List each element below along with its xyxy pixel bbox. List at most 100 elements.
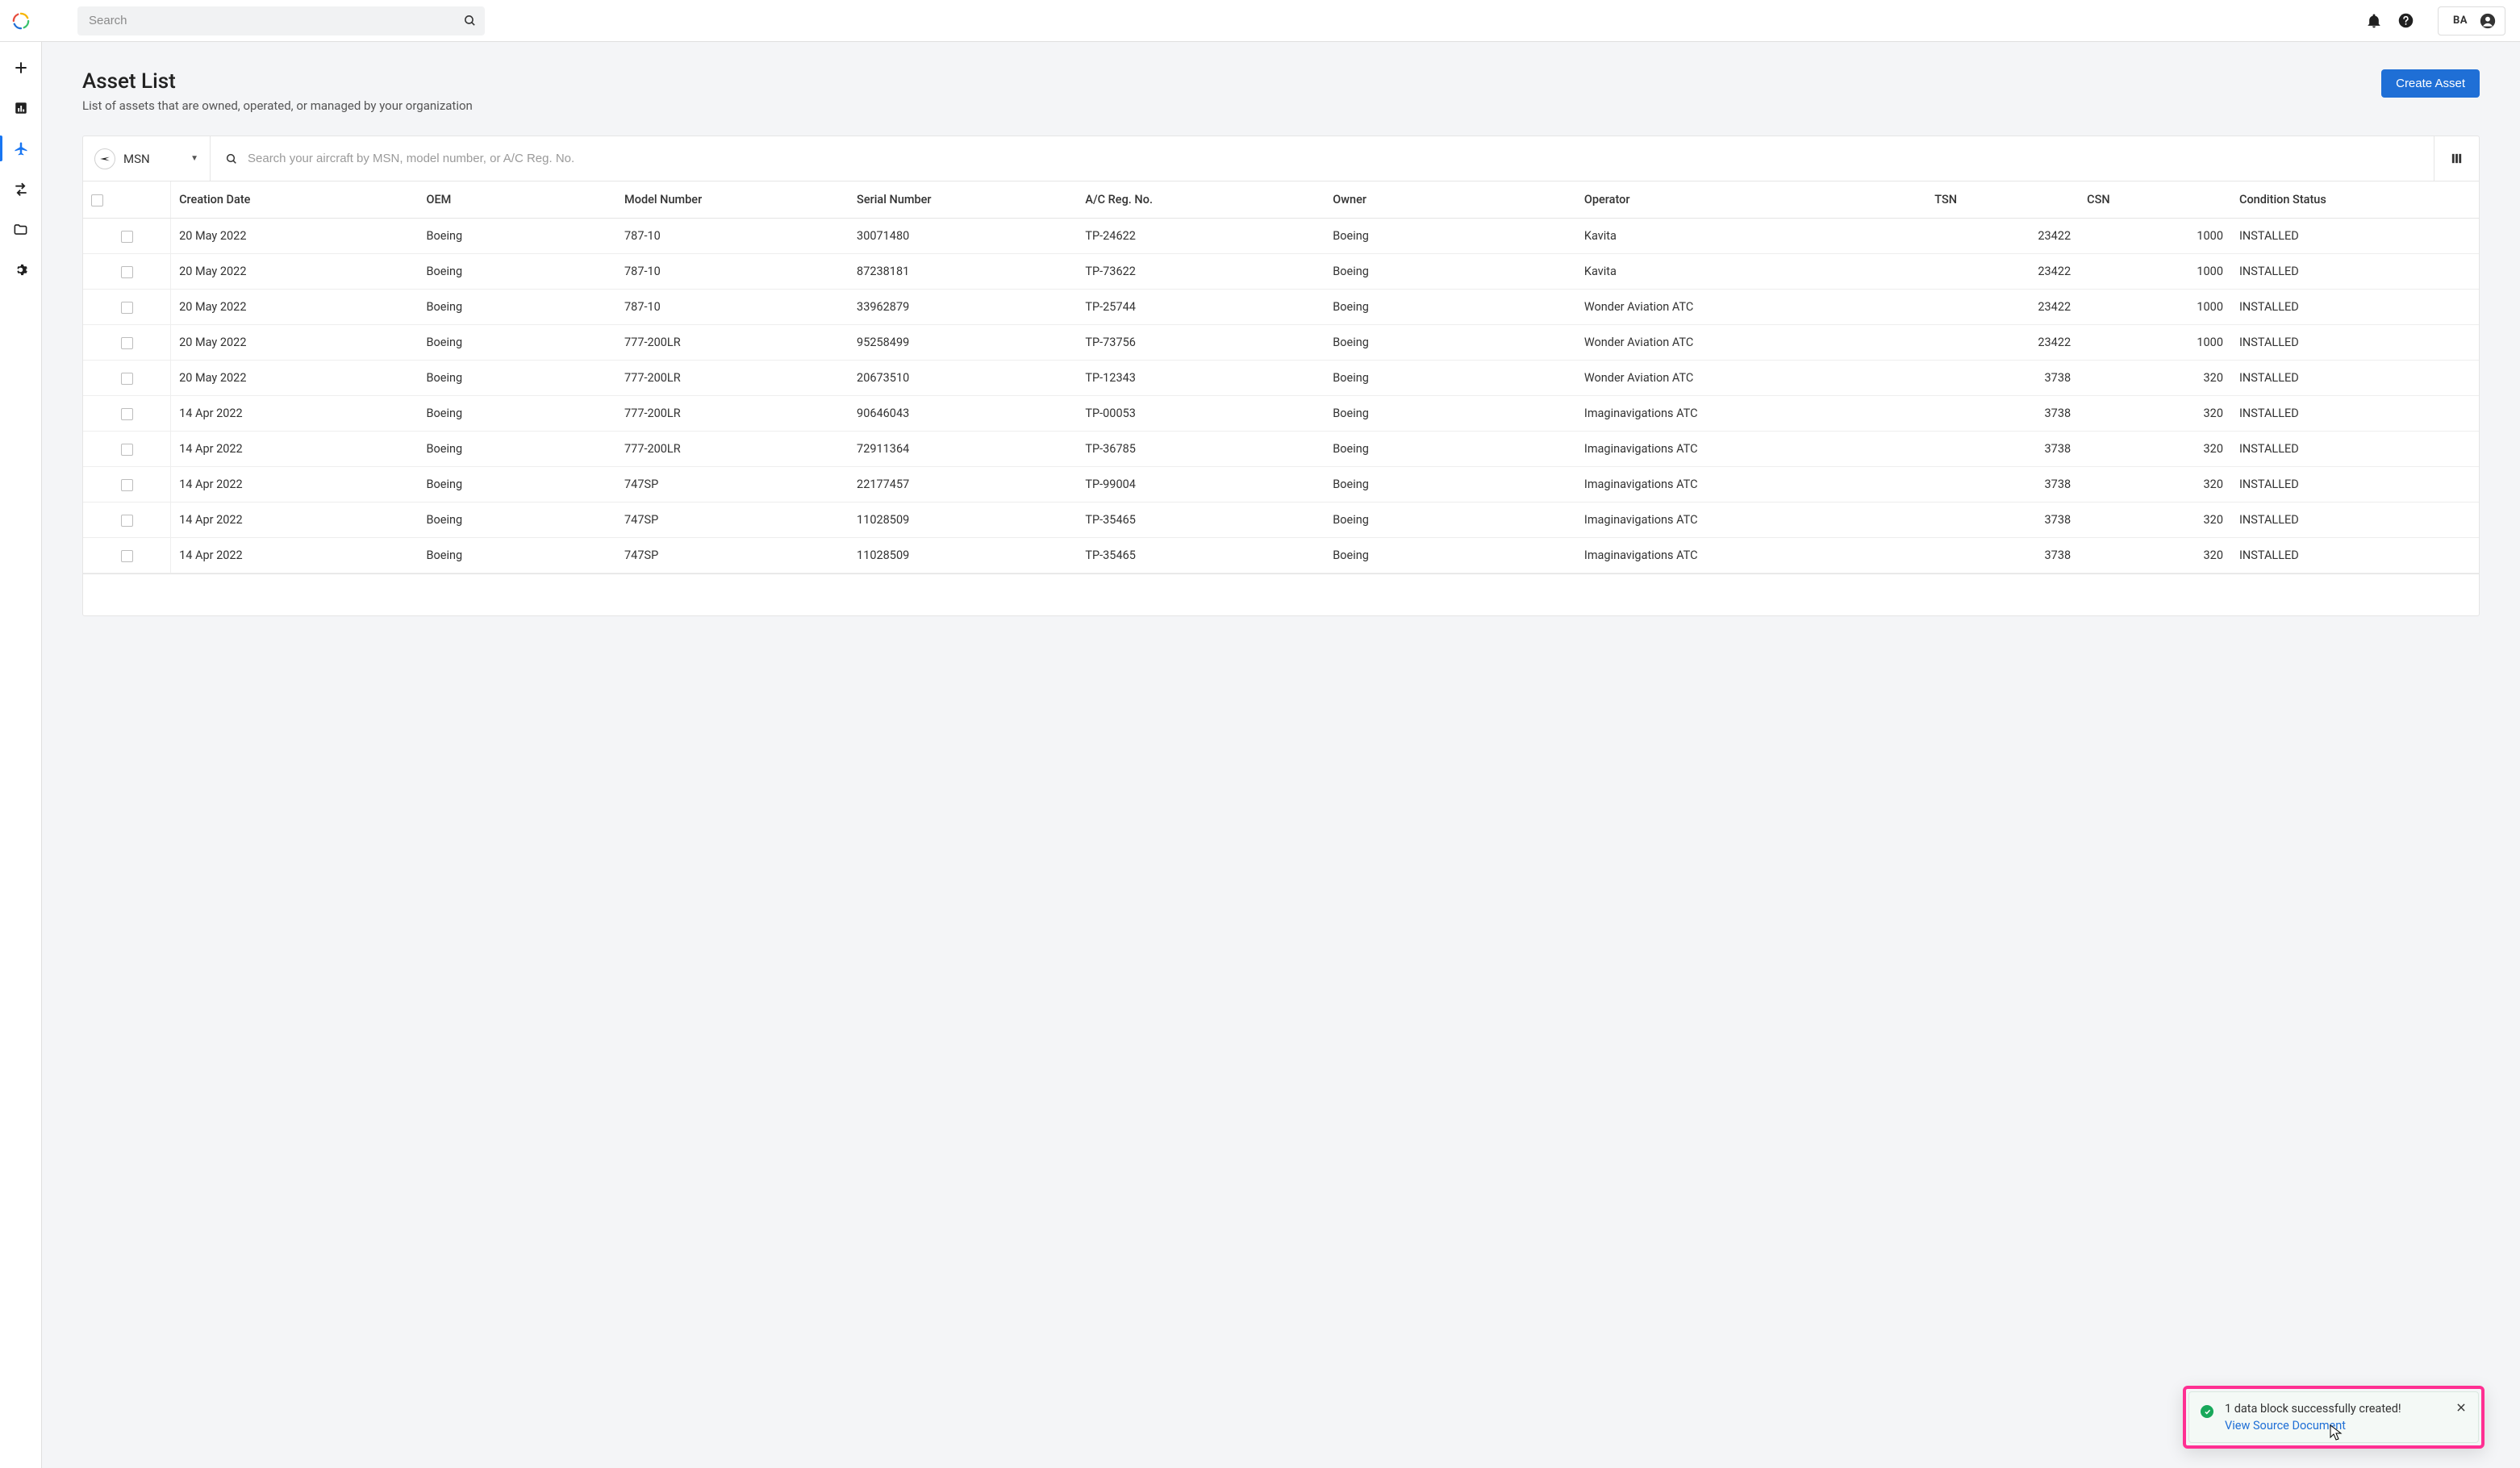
sidebar-item-add[interactable]: [0, 52, 42, 84]
cell-oem: Boeing: [419, 503, 617, 538]
cell-condition: INSTALLED: [2231, 503, 2479, 538]
col-owner[interactable]: Owner: [1325, 181, 1576, 219]
col-csn[interactable]: CSN: [2079, 181, 2231, 219]
cell-serial-number: 95258499: [849, 325, 1077, 361]
col-reg-no[interactable]: A/C Reg. No.: [1077, 181, 1325, 219]
cell-creation-date: 20 May 2022: [171, 254, 419, 290]
user-menu[interactable]: BA: [2438, 6, 2505, 35]
sidebar-item-transfers[interactable]: [0, 173, 42, 205]
create-asset-button[interactable]: Create Asset: [2381, 69, 2480, 98]
table-row[interactable]: 14 Apr 2022Boeing747SP11028509TP-35465Bo…: [83, 538, 2479, 573]
cell-oem: Boeing: [419, 325, 617, 361]
cell-model-number: 747SP: [616, 467, 849, 503]
table-row[interactable]: 20 May 2022Boeing787-1030071480TP-24622B…: [83, 219, 2479, 254]
row-checkbox[interactable]: [121, 408, 133, 420]
table-row[interactable]: 14 Apr 2022Boeing747SP11028509TP-35465Bo…: [83, 503, 2479, 538]
left-rail: [0, 42, 42, 1468]
row-checkbox[interactable]: [121, 337, 133, 349]
cell-csn: 320: [2079, 396, 2231, 432]
notifications-button[interactable]: [2360, 7, 2388, 35]
cell-model-number: 747SP: [616, 503, 849, 538]
col-condition[interactable]: Condition Status: [2231, 181, 2479, 219]
cell-serial-number: 33962879: [849, 290, 1077, 325]
filter-type-select[interactable]: MSN ▼: [83, 136, 211, 181]
cell-operator: Imaginavigations ATC: [1576, 538, 1926, 573]
cell-csn: 320: [2079, 432, 2231, 467]
cell-model-number: 787-10: [616, 254, 849, 290]
cell-reg-no: TP-36785: [1077, 432, 1325, 467]
col-tsn[interactable]: TSN: [1926, 181, 2079, 219]
cell-csn: 320: [2079, 503, 2231, 538]
table-row[interactable]: 14 Apr 2022Boeing747SP22177457TP-99004Bo…: [83, 467, 2479, 503]
cell-tsn: 3738: [1926, 503, 2079, 538]
cell-oem: Boeing: [419, 254, 617, 290]
cell-owner: Boeing: [1325, 361, 1576, 396]
cell-operator: Wonder Aviation ATC: [1576, 325, 1926, 361]
cell-owner: Boeing: [1325, 432, 1576, 467]
sidebar-item-folders[interactable]: [0, 213, 42, 245]
cell-reg-no: TP-35465: [1077, 503, 1325, 538]
row-checkbox-cell: [83, 254, 171, 290]
cell-tsn: 3738: [1926, 538, 2079, 573]
toast-close-button[interactable]: [2455, 1402, 2467, 1413]
row-checkbox[interactable]: [121, 302, 133, 314]
global-search[interactable]: [77, 6, 485, 35]
col-creation-date[interactable]: Creation Date: [171, 181, 419, 219]
table-row[interactable]: 14 Apr 2022Boeing777-200LR90646043TP-000…: [83, 396, 2479, 432]
success-toast: 1 data block successfully created! View …: [2188, 1391, 2479, 1443]
row-checkbox[interactable]: [121, 373, 133, 385]
table-search-input[interactable]: [248, 152, 2419, 165]
toast-link[interactable]: View Source Document: [2225, 1419, 2346, 1433]
global-search-input[interactable]: [89, 14, 463, 27]
row-checkbox-cell: [83, 503, 171, 538]
cell-owner: Boeing: [1325, 219, 1576, 254]
cell-condition: INSTALLED: [2231, 254, 2479, 290]
col-serial-number[interactable]: Serial Number: [849, 181, 1077, 219]
cell-operator: Imaginavigations ATC: [1576, 396, 1926, 432]
col-operator[interactable]: Operator: [1576, 181, 1926, 219]
cell-owner: Boeing: [1325, 325, 1576, 361]
table-row[interactable]: 20 May 2022Boeing787-1087238181TP-73622B…: [83, 254, 2479, 290]
row-checkbox[interactable]: [121, 479, 133, 491]
cell-tsn: 23422: [1926, 219, 2079, 254]
table-row[interactable]: 20 May 2022Boeing777-200LR95258499TP-737…: [83, 325, 2479, 361]
table-row[interactable]: 20 May 2022Boeing787-1033962879TP-25744B…: [83, 290, 2479, 325]
row-checkbox[interactable]: [121, 550, 133, 562]
cell-serial-number: 20673510: [849, 361, 1077, 396]
cell-condition: INSTALLED: [2231, 290, 2479, 325]
sidebar-item-assets[interactable]: [0, 132, 42, 165]
row-checkbox[interactable]: [121, 231, 133, 243]
table-row[interactable]: 14 Apr 2022Boeing777-200LR72911364TP-367…: [83, 432, 2479, 467]
cell-owner: Boeing: [1325, 467, 1576, 503]
col-model-number[interactable]: Model Number: [616, 181, 849, 219]
cell-creation-date: 14 Apr 2022: [171, 396, 419, 432]
cell-serial-number: 11028509: [849, 503, 1077, 538]
table-row[interactable]: 20 May 2022Boeing777-200LR20673510TP-123…: [83, 361, 2479, 396]
cell-model-number: 777-200LR: [616, 361, 849, 396]
cell-csn: 1000: [2079, 325, 2231, 361]
col-oem[interactable]: OEM: [419, 181, 617, 219]
sidebar-item-dashboard[interactable]: [0, 92, 42, 124]
table-search[interactable]: [211, 136, 2434, 181]
sidebar-item-settings[interactable]: [0, 253, 42, 286]
page-subtitle: List of assets that are owned, operated,…: [82, 98, 2381, 113]
cell-tsn: 3738: [1926, 467, 2079, 503]
cell-csn: 1000: [2079, 254, 2231, 290]
column-settings-button[interactable]: [2434, 136, 2479, 181]
cell-tsn: 3738: [1926, 396, 2079, 432]
cell-serial-number: 30071480: [849, 219, 1077, 254]
row-checkbox[interactable]: [121, 515, 133, 527]
select-all-checkbox[interactable]: [91, 194, 103, 206]
app-logo[interactable]: [0, 0, 42, 42]
toast-message: 1 data block successfully created!: [2225, 1402, 2447, 1416]
help-icon: [2397, 12, 2414, 29]
row-checkbox-cell: [83, 290, 171, 325]
cell-csn: 320: [2079, 467, 2231, 503]
row-checkbox[interactable]: [121, 266, 133, 278]
cell-serial-number: 72911364: [849, 432, 1077, 467]
row-checkbox-cell: [83, 219, 171, 254]
cell-reg-no: TP-25744: [1077, 290, 1325, 325]
row-checkbox-cell: [83, 538, 171, 573]
row-checkbox[interactable]: [121, 444, 133, 456]
help-button[interactable]: [2393, 7, 2420, 35]
